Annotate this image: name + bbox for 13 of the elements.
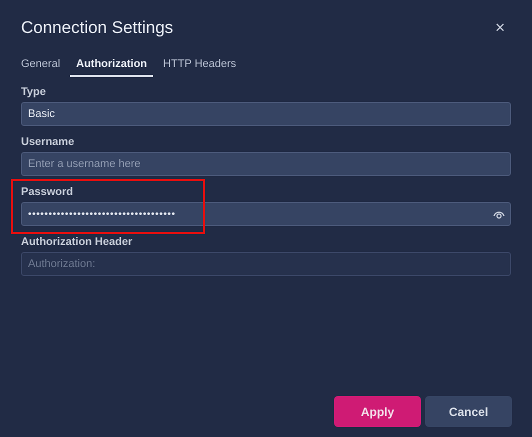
input-field[interactable]: Basic — [21, 102, 511, 126]
input-field[interactable]: Enter a username here — [21, 152, 511, 176]
tab[interactable]: Authorization — [70, 58, 154, 77]
dialog-title: Connection Settings — [21, 18, 174, 38]
field-label: Authorization Header — [21, 236, 132, 248]
password-field[interactable]: •••••••••••••••••••••••••••••••••••• — [21, 202, 511, 226]
tab[interactable]: HTTP Headers — [163, 58, 236, 77]
tab[interactable]: General — [21, 58, 60, 77]
field-label: Type — [21, 86, 46, 98]
cancel-button[interactable]: Cancel — [425, 396, 512, 427]
apply-button[interactable]: Apply — [334, 396, 421, 427]
field-label: Username — [21, 136, 74, 148]
field-label: Password — [21, 186, 73, 198]
